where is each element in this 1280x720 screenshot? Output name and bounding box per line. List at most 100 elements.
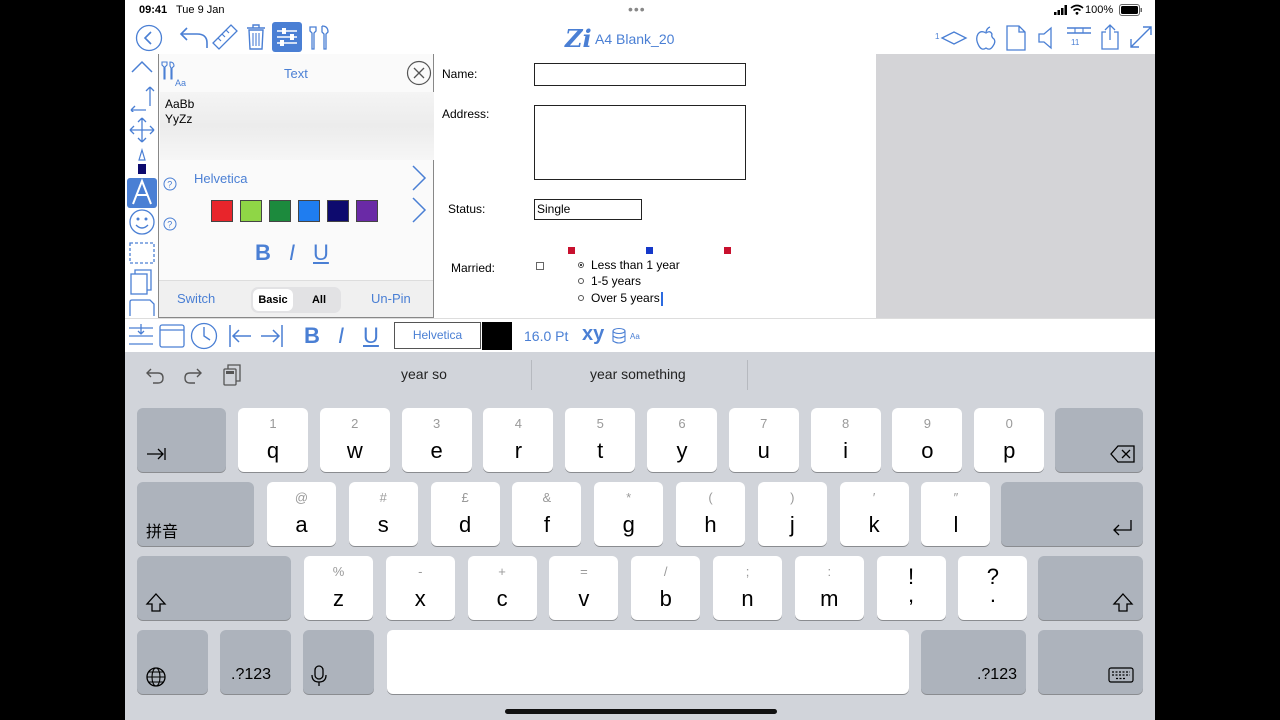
key-o[interactable]: 9o <box>892 408 963 472</box>
color-swatch-navy[interactable] <box>327 200 349 222</box>
key-z[interactable]: % z <box>304 556 373 620</box>
italic-button[interactable]: I <box>338 323 344 349</box>
pinyin-key[interactable]: 拼音 <box>137 482 254 546</box>
selection-handle-right[interactable] <box>724 247 731 254</box>
key-v[interactable]: = v <box>549 556 619 620</box>
expand-icon[interactable] <box>1128 24 1154 50</box>
key-t[interactable]: 5t <box>565 408 636 472</box>
radio-button[interactable] <box>578 277 584 284</box>
color-swatch-red[interactable] <box>211 200 233 222</box>
key-b[interactable]: / b <box>631 556 701 620</box>
pen-icon[interactable] <box>128 148 156 176</box>
database-icon[interactable] <box>611 327 629 345</box>
segment-basic[interactable]: Basic <box>253 289 293 311</box>
backspace-key[interactable] <box>1055 408 1143 472</box>
speaker-icon[interactable] <box>1037 25 1057 51</box>
pages-icon[interactable] <box>128 268 156 296</box>
text-color-button[interactable] <box>482 322 512 350</box>
radio-button-selected[interactable] <box>578 261 584 268</box>
name-field[interactable] <box>534 63 746 86</box>
bold-button[interactable]: B <box>304 323 320 349</box>
status-field[interactable]: Single <box>534 199 642 220</box>
suggestion-1[interactable]: year so <box>401 366 447 382</box>
undo-icon[interactable] <box>179 24 209 50</box>
underline-button[interactable]: U <box>363 323 379 349</box>
color-swatch-purple[interactable] <box>356 200 378 222</box>
radio-option-2[interactable]: 1-5 years <box>578 274 641 288</box>
key-r[interactable]: 4r <box>483 408 554 472</box>
key-q[interactable]: 1q <box>238 408 308 472</box>
color-swatch-lime[interactable] <box>240 200 262 222</box>
xy-button[interactable]: xy <box>582 323 604 346</box>
help-icon[interactable]: ? <box>163 217 177 231</box>
close-icon[interactable] <box>406 60 432 86</box>
indent-right-icon[interactable] <box>257 323 285 349</box>
key-u[interactable]: 7u <box>728 408 799 472</box>
selection-handle-left[interactable] <box>568 247 575 254</box>
multitasking-dots-icon[interactable]: ••• <box>628 1 646 17</box>
key-comma[interactable]: !, <box>876 556 946 620</box>
key-x[interactable]: -x <box>385 556 455 620</box>
radio-button[interactable] <box>578 294 584 301</box>
resize-arrows-icon[interactable] <box>128 84 156 112</box>
back-icon[interactable] <box>135 24 163 52</box>
space-bar[interactable] <box>387 630 909 694</box>
font-size[interactable]: 16.0 Pt <box>524 328 568 344</box>
text-tool-icon[interactable] <box>127 178 157 208</box>
document-icon[interactable] <box>1005 24 1027 52</box>
radio-option-1[interactable]: Less than 1 year <box>578 258 680 272</box>
chevron-right-icon[interactable] <box>409 164 429 192</box>
married-checkbox[interactable] <box>536 262 544 270</box>
tools-icon[interactable] <box>306 23 332 51</box>
unpin-button[interactable]: Un-Pin <box>371 291 411 306</box>
key-n[interactable]: ; n <box>713 556 782 620</box>
shift-key-right[interactable] <box>1038 556 1143 620</box>
key-m[interactable]: :m <box>794 556 864 620</box>
clock-icon[interactable] <box>189 321 219 351</box>
selection-handle-center[interactable] <box>646 247 653 254</box>
key-w[interactable]: 2w <box>319 408 390 472</box>
key-y[interactable]: 6y <box>647 408 717 472</box>
selection-rectangle-icon[interactable] <box>128 240 156 268</box>
key-e[interactable]: 3e <box>401 408 472 472</box>
trash-icon[interactable] <box>245 23 267 51</box>
color-swatch-green[interactable] <box>269 200 291 222</box>
key-g[interactable]: * g <box>594 482 664 546</box>
underline-button[interactable]: U <box>313 240 329 266</box>
page-navigation-icon[interactable] <box>940 30 968 46</box>
shift-key-left[interactable] <box>137 556 291 620</box>
document-title[interactable]: A4 Blank_20 <box>595 31 674 47</box>
numbers-key-right[interactable]: .?123 <box>921 630 1026 694</box>
move-icon[interactable] <box>128 116 156 144</box>
redo-icon[interactable] <box>183 365 203 385</box>
tab-key[interactable] <box>137 408 226 472</box>
smiley-icon[interactable] <box>128 208 156 236</box>
italic-button[interactable]: I <box>289 240 295 266</box>
font-selector[interactable]: Helvetica <box>394 322 481 349</box>
color-swatch-blue[interactable] <box>298 200 320 222</box>
align-bottom-icon[interactable] <box>127 322 155 350</box>
ruler-icon[interactable] <box>211 23 239 51</box>
key-j[interactable]: ) j <box>757 482 827 546</box>
key-p[interactable]: 0p <box>974 408 1045 472</box>
indent-left-icon[interactable] <box>227 323 255 349</box>
help-icon[interactable]: ? <box>163 177 177 191</box>
key-d[interactable]: £ d <box>430 482 500 546</box>
radio-option-3[interactable]: Over 5 years <box>578 291 663 306</box>
numbers-key-left[interactable]: .?123 <box>220 630 291 694</box>
key-f[interactable]: & f <box>512 482 582 546</box>
key-k[interactable]: ′ k <box>839 482 909 546</box>
apple-icon[interactable] <box>975 25 997 51</box>
collapse-up-icon[interactable] <box>128 58 156 86</box>
segment-all[interactable]: All <box>299 289 339 311</box>
return-key[interactable] <box>1001 482 1143 546</box>
suggestion-2[interactable]: year something <box>590 366 686 382</box>
key-l[interactable]: ″ l <box>921 482 991 546</box>
key-period[interactable]: ?. <box>958 556 1028 620</box>
settings-sliders-icon[interactable] <box>272 22 302 52</box>
key-c[interactable]: + c <box>467 556 537 620</box>
share-icon[interactable] <box>1099 23 1121 51</box>
chevron-right-icon[interactable] <box>409 196 429 224</box>
font-name[interactable]: Helvetica <box>194 171 247 186</box>
switch-button[interactable]: Switch <box>177 291 215 306</box>
